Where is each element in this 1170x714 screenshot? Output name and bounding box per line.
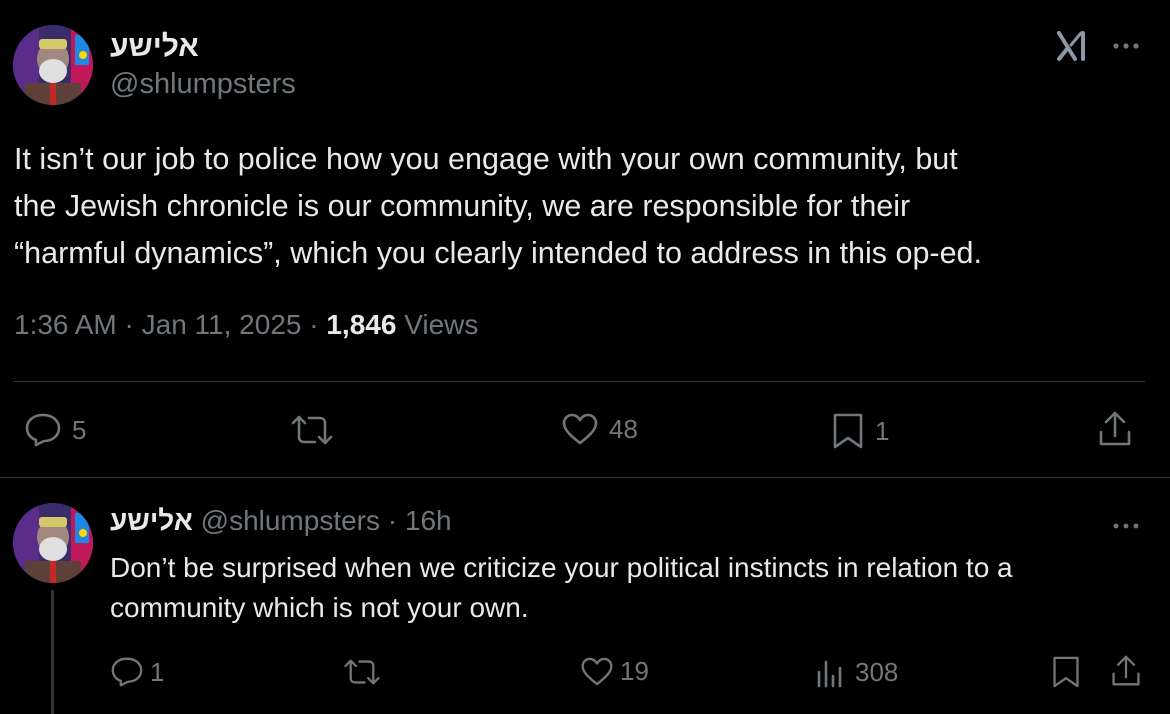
like-count: 19 xyxy=(620,656,649,686)
divider xyxy=(13,381,1145,382)
reply-icon xyxy=(25,413,61,447)
more-horizontal-icon[interactable] xyxy=(1110,516,1142,536)
bookmark-button[interactable] xyxy=(1051,655,1081,689)
reply-header: אלישע @shlumpsters · 16h xyxy=(110,505,452,537)
bookmark-button[interactable]: 1 xyxy=(831,412,889,450)
views-button[interactable]: 308 xyxy=(815,656,898,688)
tweet-date[interactable]: Jan 11, 2025 xyxy=(142,309,302,340)
reply-count: 5 xyxy=(72,414,87,445)
reply-display-name[interactable]: אלישע xyxy=(110,505,193,536)
tweet-meta: 1:36 AM · Jan 11, 2025 · 1,846 Views xyxy=(14,309,478,341)
retweet-icon xyxy=(344,659,380,685)
tweet-time[interactable]: 1:36 AM xyxy=(14,309,117,340)
divider xyxy=(0,477,1170,478)
reply-count: 1 xyxy=(150,656,165,687)
reply-avatar[interactable] xyxy=(13,503,93,583)
reply-handle[interactable]: @shlumpsters xyxy=(201,505,380,536)
reply-button[interactable]: 5 xyxy=(24,412,86,448)
share-button[interactable] xyxy=(1097,410,1133,448)
main-handle[interactable]: @shlumpsters xyxy=(110,68,296,101)
main-tweet-text: It isn’t our job to police how you engag… xyxy=(14,142,982,270)
thread-line xyxy=(51,590,54,714)
like-button[interactable]: 19 xyxy=(580,656,649,687)
views-count: 308 xyxy=(855,656,899,687)
reply-separator: · xyxy=(387,505,398,536)
reply-icon xyxy=(111,657,143,687)
views-label: Views xyxy=(404,309,479,340)
bookmark-icon xyxy=(833,413,863,449)
main-display-name[interactable]: אלישע xyxy=(110,30,199,64)
heart-icon xyxy=(562,413,598,445)
share-button[interactable] xyxy=(1110,653,1142,689)
like-count: 48 xyxy=(609,413,638,444)
bookmark-icon xyxy=(1053,656,1079,688)
share-icon xyxy=(1099,411,1131,446)
more-horizontal-icon[interactable] xyxy=(1110,36,1142,56)
meta-separator: · xyxy=(124,309,134,340)
bookmark-count: 1 xyxy=(875,415,890,446)
like-button[interactable]: 48 xyxy=(561,412,638,446)
retweet-icon xyxy=(291,415,333,445)
reply-button[interactable]: 1 xyxy=(110,656,164,688)
retweet-button[interactable] xyxy=(342,657,382,687)
share-icon xyxy=(1112,655,1140,686)
reply-tweet-text: Don’t be surprised when we criticize you… xyxy=(110,552,1013,623)
heart-icon xyxy=(581,657,613,686)
reply-time[interactable]: 16h xyxy=(405,505,452,536)
retweet-button[interactable] xyxy=(289,413,335,447)
meta-separator: · xyxy=(309,309,319,340)
grok-icon[interactable] xyxy=(1055,29,1089,63)
views-icon xyxy=(817,660,842,688)
views-count: 1,846 xyxy=(326,309,397,340)
main-avatar[interactable] xyxy=(13,25,93,105)
